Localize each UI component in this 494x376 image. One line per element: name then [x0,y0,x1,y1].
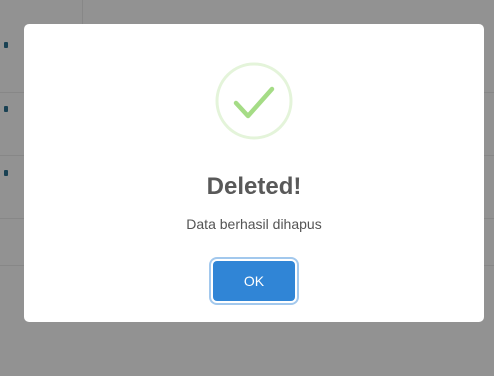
dialog-title: Deleted! [206,173,302,200]
dialog-message: Data berhasil dihapus [186,216,322,232]
success-check-icon [215,62,293,140]
alert-dialog: Deleted! Data berhasil dihapus OK [24,24,484,322]
ok-button[interactable]: OK [213,261,295,301]
